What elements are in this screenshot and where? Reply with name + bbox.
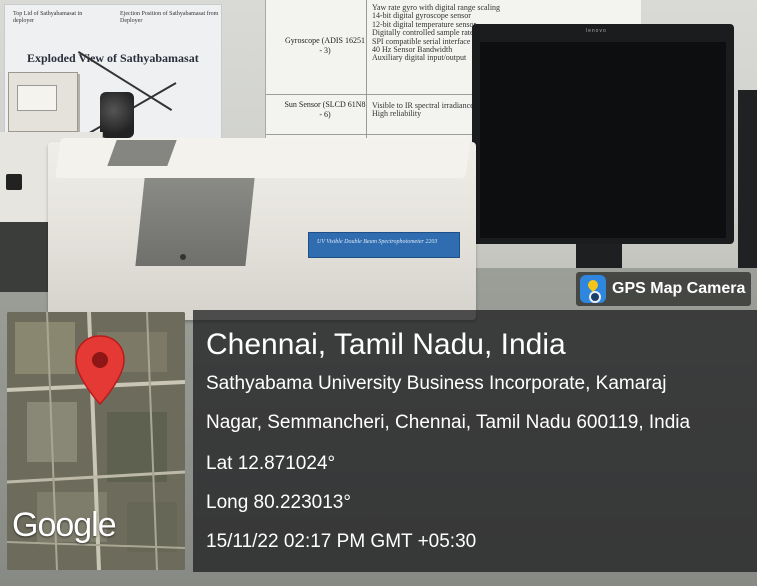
spec-label: Sun Sensor (SLCD 61N8 - 6)	[284, 100, 366, 119]
instrument-label: UV Visible Double Beam Spectrophotometer…	[317, 239, 438, 245]
gps-map-camera-app-icon	[580, 275, 606, 303]
spec-label: Gyroscope (ADIS 16251 - 3)	[285, 36, 365, 55]
timestamp: 15/11/22 02:17 PM GMT +05:30	[206, 531, 477, 552]
poster-title: Exploded View of Sathyabamasat	[27, 51, 199, 65]
lid-knob	[180, 254, 186, 260]
address-line-2: Nagar, Semmancheri, Chennai, Tamil Nadu …	[206, 412, 691, 433]
second-monitor	[738, 90, 757, 270]
google-logo: Google	[12, 506, 117, 544]
computer-monitor: lenovo	[472, 24, 734, 244]
side-cabinet	[0, 222, 48, 292]
gps-map-camera-badge: GPS Map Camera	[576, 272, 751, 306]
address-line-1: Sathyabama University Business Incorpora…	[206, 373, 667, 394]
latitude: Lat 12.871024°	[206, 453, 336, 474]
sample-compartment-lid	[135, 178, 255, 266]
poster-caption-1: Top Lid of Sathyabamasat in deployer	[13, 11, 83, 24]
sample-lid-small	[107, 140, 177, 166]
satellite-model	[100, 92, 134, 138]
badge-label: GPS Map Camera	[612, 280, 746, 297]
spec-text: Visible to IR spectral irradiance High r…	[372, 101, 474, 119]
poster-caption-2: Ejection Position of Sathyabamasat from …	[120, 11, 219, 24]
monitor-screen	[480, 42, 726, 238]
satellite-deployer	[8, 72, 78, 132]
monitor-brand: lenovo	[586, 28, 607, 34]
longitude: Long 80.223013°	[206, 492, 351, 513]
instrument-label-plate: UV Visible Double Beam Spectrophotometer…	[308, 232, 460, 258]
location-title: Chennai, Tamil Nadu, India	[206, 328, 566, 361]
location-pin-icon	[75, 335, 125, 406]
